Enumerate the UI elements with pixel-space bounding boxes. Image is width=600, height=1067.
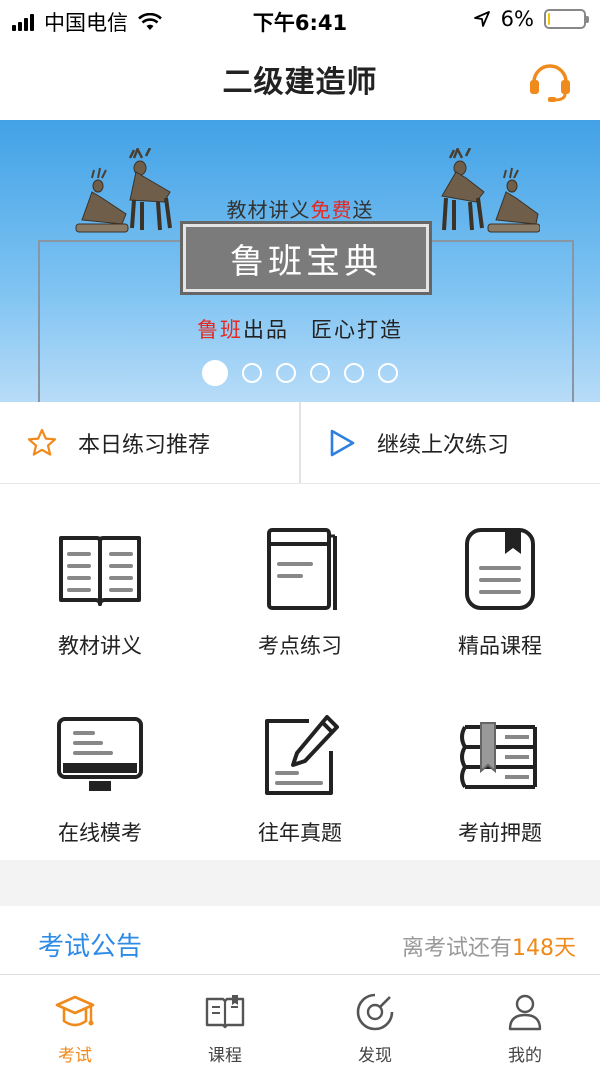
user-icon [508, 994, 542, 1031]
tab-discover-label: 发现 [358, 1046, 392, 1066]
slogan-rest1: 出品 [243, 318, 289, 342]
tab-courses-label: 课程 [208, 1046, 242, 1066]
stacked-books-icon [460, 722, 537, 789]
location-arrow-icon [473, 11, 490, 27]
daily-practice-label: 本日练习推荐 [78, 432, 211, 458]
carousel-dot[interactable] [242, 363, 262, 383]
book-icon [59, 536, 141, 606]
daily-practice-button[interactable]: 本日练习推荐 [0, 402, 299, 483]
monitor-icon [57, 717, 143, 791]
carousel-dots[interactable] [0, 360, 600, 386]
grid-item-textbook[interactable]: 教材讲义 [0, 486, 200, 673]
bookmark-doc-icon [465, 528, 535, 610]
grid-label-past-papers: 往年真题 [258, 821, 342, 845]
play-icon [330, 429, 355, 456]
tab-profile[interactable]: 我的 [450, 975, 600, 1067]
carousel-dot[interactable] [310, 363, 330, 383]
tab-profile-label: 我的 [508, 1046, 542, 1066]
continue-practice-button[interactable]: 继续上次练习 [299, 402, 600, 483]
feature-grid: 教材讲义 考点练习 精品课程 在线模考 往年真题 考前押题 [0, 486, 600, 860]
slogan-red: 鲁班 [197, 318, 243, 342]
grid-label-textbook: 教材讲义 [58, 634, 142, 658]
carousel-dot[interactable] [344, 363, 364, 383]
exam-notice-title[interactable]: 考试公告 [38, 926, 142, 963]
countdown-days: 148天 [512, 936, 576, 961]
headset-icon[interactable] [526, 56, 574, 104]
carousel-dot[interactable] [276, 363, 296, 383]
open-book-icon [205, 995, 245, 1029]
battery-fill [548, 13, 551, 25]
slogan-rest2: 匠心打造 [311, 318, 403, 342]
banner-slogan: 鲁班出品 匠心打造 [0, 314, 600, 344]
compass-icon [356, 993, 394, 1031]
tab-exam-label: 考试 [58, 1046, 92, 1066]
carousel-dot[interactable] [202, 360, 228, 386]
notebook-icon [267, 528, 337, 610]
page-title: 二级建造师 [222, 65, 378, 100]
bottom-tab-bar: 考试 课程 发现 我的 [0, 974, 600, 1067]
grid-label-practice: 考点练习 [258, 634, 342, 658]
carousel-dot[interactable] [378, 363, 398, 383]
grid-item-past-papers[interactable]: 往年真题 [200, 673, 400, 860]
tab-courses[interactable]: 课程 [150, 975, 300, 1067]
exam-countdown: 离考试还有148天 [402, 930, 576, 962]
battery-icon [544, 9, 589, 29]
tab-discover[interactable]: 发现 [300, 975, 450, 1067]
exam-notice-bar[interactable]: 考试公告 离考试还有148天 [0, 906, 600, 974]
grid-label-mock-exam: 在线模考 [58, 821, 142, 845]
status-right: 6% [473, 7, 589, 31]
quick-actions: 本日练习推荐 继续上次练习 [0, 402, 600, 484]
grid-item-predictions[interactable]: 考前押题 [400, 673, 600, 860]
grid-item-practice[interactable]: 考点练习 [200, 486, 400, 673]
status-bar: 中国电信 下午6:41 6% [0, 0, 600, 40]
banner-plate: 鲁班宝典 [183, 224, 429, 292]
grid-item-mock-exam[interactable]: 在线模考 [0, 673, 200, 860]
grid-label-courses: 精品课程 [458, 634, 542, 658]
promo-banner[interactable]: 教材讲义免费送 鲁班宝典 鲁班出品 匠心打造 [0, 120, 600, 402]
grid-label-predictions: 考前押题 [458, 821, 542, 845]
edit-paper-icon [265, 715, 339, 795]
tagline-highlight: 免费 [310, 198, 353, 222]
battery-percent: 6% [500, 7, 534, 31]
banner-tagline: 教材讲义免费送 [0, 194, 600, 223]
tagline-prefix: 教材讲义 [226, 198, 311, 222]
tagline-suffix: 送 [352, 198, 374, 222]
countdown-prefix: 离考试还有 [401, 936, 512, 961]
graduation-cap-icon [55, 995, 95, 1027]
continue-practice-label: 继续上次练习 [377, 432, 510, 458]
banner-plate-text: 鲁班宝典 [230, 241, 382, 282]
tab-exam[interactable]: 考试 [0, 975, 150, 1067]
grid-item-courses[interactable]: 精品课程 [400, 486, 600, 673]
app-header: 二级建造师 [0, 40, 600, 118]
star-icon [27, 428, 57, 456]
